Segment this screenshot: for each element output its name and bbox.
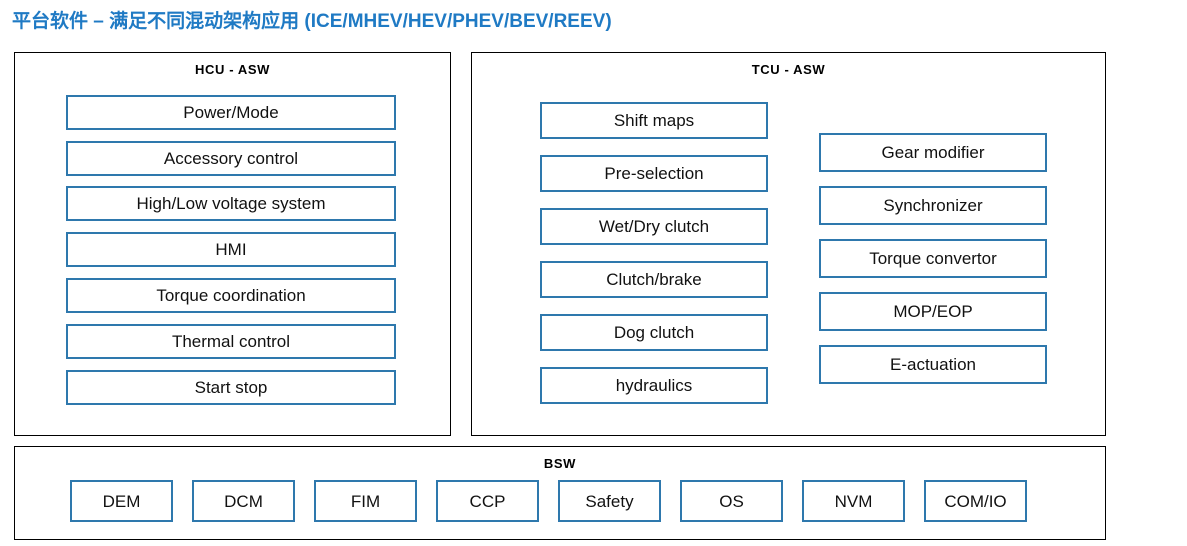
panel-bsw: BSW DEM DCM FIM CCP Safety OS NVM COM/IO [14, 446, 1106, 540]
bsw-item-com-io[interactable]: COM/IO [924, 480, 1027, 522]
bsw-item-os[interactable]: OS [680, 480, 783, 522]
tcu-item-pre-selection[interactable]: Pre-selection [540, 155, 768, 192]
panel-hcu-asw: HCU - ASW Power/Mode Accessory control H… [14, 52, 451, 436]
hcu-item-start-stop[interactable]: Start stop [66, 370, 396, 405]
page-title-cjk: 平台软件 – 满足不同混动架构应用 [12, 11, 300, 32]
bsw-item-safety[interactable]: Safety [558, 480, 661, 522]
page-title: 平台软件 – 满足不同混动架构应用 (ICE/MHEV/HEV/PHEV/BEV… [12, 6, 612, 33]
page-title-latin: (ICE/MHEV/HEV/PHEV/BEV/REEV) [304, 11, 612, 32]
tcu-item-wet-dry-clutch[interactable]: Wet/Dry clutch [540, 208, 768, 245]
panel-hcu-asw-title: HCU - ASW [195, 62, 270, 77]
tcu-item-clutch-brake[interactable]: Clutch/brake [540, 261, 768, 298]
tcu-item-shift-maps[interactable]: Shift maps [540, 102, 768, 139]
panel-tcu-asw: TCU - ASW Shift maps Pre-selection Wet/D… [471, 52, 1106, 436]
hcu-item-power-mode[interactable]: Power/Mode [66, 95, 396, 130]
panel-tcu-asw-title: TCU - ASW [751, 62, 826, 77]
hcu-item-high-low-voltage-system[interactable]: High/Low voltage system [66, 186, 396, 221]
bsw-item-fim[interactable]: FIM [314, 480, 417, 522]
tcu-item-dog-clutch[interactable]: Dog clutch [540, 314, 768, 351]
hcu-item-hmi[interactable]: HMI [66, 232, 396, 267]
tcu-item-hydraulics[interactable]: hydraulics [540, 367, 768, 404]
tcu-item-gear-modifier[interactable]: Gear modifier [819, 133, 1047, 172]
bsw-item-dcm[interactable]: DCM [192, 480, 295, 522]
bsw-item-dem[interactable]: DEM [70, 480, 173, 522]
tcu-item-e-actuation[interactable]: E-actuation [819, 345, 1047, 384]
tcu-item-torque-convertor[interactable]: Torque convertor [819, 239, 1047, 278]
tcu-item-synchronizer[interactable]: Synchronizer [819, 186, 1047, 225]
panel-bsw-title: BSW [543, 456, 577, 471]
tcu-item-mop-eop[interactable]: MOP/EOP [819, 292, 1047, 331]
hcu-item-torque-coordination[interactable]: Torque coordination [66, 278, 396, 313]
bsw-item-nvm[interactable]: NVM [802, 480, 905, 522]
hcu-item-accessory-control[interactable]: Accessory control [66, 141, 396, 176]
hcu-item-thermal-control[interactable]: Thermal control [66, 324, 396, 359]
bsw-item-ccp[interactable]: CCP [436, 480, 539, 522]
